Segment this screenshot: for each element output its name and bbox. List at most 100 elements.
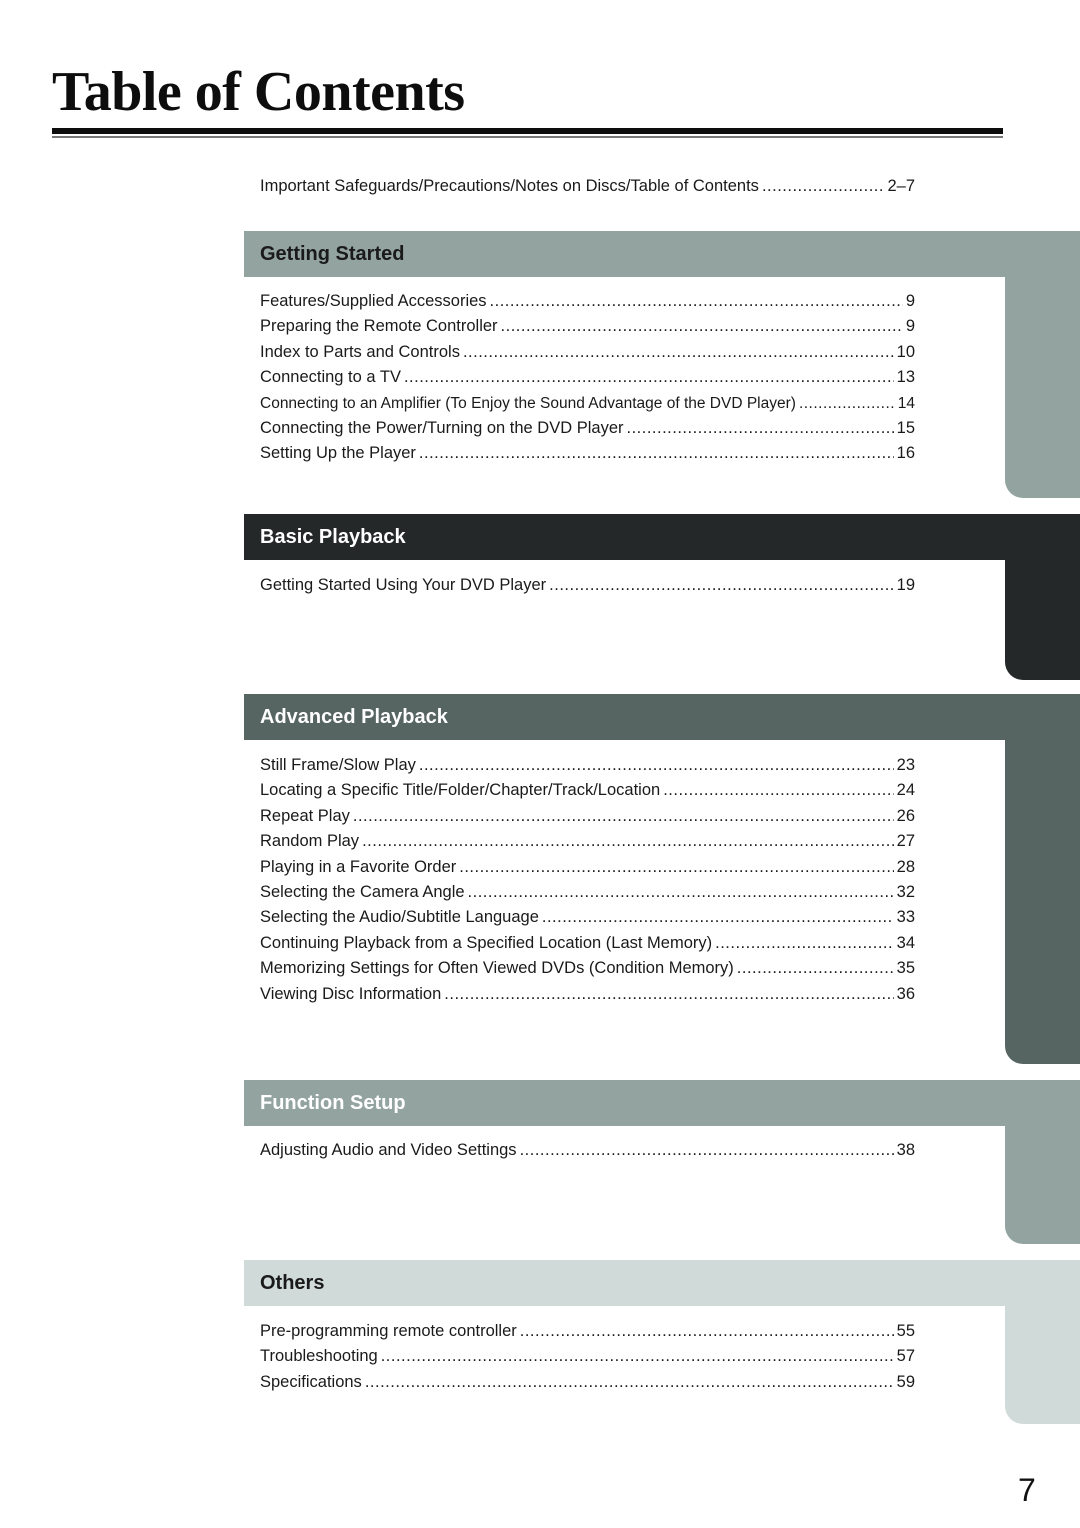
dot-leader (362, 829, 894, 854)
section-title: Advanced Playback (260, 706, 448, 728)
entry-label: Viewing Disc Information (260, 984, 442, 1003)
entry-label: Connecting to an Amplifier (To Enjoy the… (260, 394, 796, 412)
section-header[interactable]: Others (244, 1260, 1080, 1306)
toc-entry[interactable]: Pre-programming remote controller 55 (260, 1319, 915, 1344)
section-entry-list: Still Frame/Slow Play 23 Locating a Specif… (260, 753, 915, 1007)
section-side-tab[interactable] (1005, 1306, 1080, 1424)
dot-leader (715, 931, 894, 956)
title-rule-thin (52, 136, 1003, 138)
toc-entry[interactable]: Important Safeguards/Precautions/Notes o… (260, 174, 915, 199)
entry-page: 14 (897, 394, 915, 412)
dot-leader (463, 340, 894, 365)
entry-label: Continuing Playback from a Specified Loc… (260, 933, 713, 952)
toc-entry[interactable]: Connecting the Power/Turning on the DVD … (260, 416, 915, 441)
dot-leader (419, 753, 894, 778)
entry-page: 15 (896, 419, 915, 438)
dot-leader (762, 174, 885, 199)
toc-entry[interactable]: Repeat Play 26 (260, 804, 915, 829)
section-side-tab[interactable] (1005, 277, 1080, 498)
section-basic-playback: Basic Playback Getting Started Using Your… (244, 514, 1080, 680)
entry-label: Playing in a Favorite Order (260, 857, 457, 876)
entry-page: 26 (896, 806, 915, 825)
intro-entry[interactable]: Important Safeguards/Precautions/Notes o… (260, 174, 915, 199)
toc-entry[interactable]: Connecting to an Amplifier (To Enjoy the… (260, 391, 915, 416)
section-side-tab[interactable] (1005, 1126, 1080, 1244)
entry-page: 16 (896, 444, 915, 463)
entry-page: 38 (896, 1141, 915, 1159)
toc-entry[interactable]: Index to Parts and Controls 10 (260, 340, 915, 365)
dot-leader (419, 441, 894, 466)
entry-label: Features/Supplied Accessories (260, 292, 487, 310)
entry-page: 28 (896, 857, 915, 876)
entry-label: Adjusting Audio and Video Settings (260, 1141, 517, 1159)
entry-page: 36 (896, 984, 915, 1003)
dot-leader (444, 982, 893, 1007)
dot-leader (542, 905, 894, 930)
entry-label: Selecting the Camera Angle (260, 883, 465, 902)
section-side-tab[interactable] (1005, 560, 1080, 680)
section-advanced-playback: Advanced Playback Still Frame/Slow Play 23… (244, 694, 1080, 1064)
dot-leader (365, 1370, 894, 1395)
entry-label: Getting Started Using Your DVD Player (260, 576, 547, 594)
entry-page: 35 (896, 959, 915, 978)
dot-leader (549, 573, 893, 598)
entry-label: Random Play (260, 832, 360, 851)
dot-leader (663, 778, 893, 803)
section-getting-started: Getting Started Features/Supplied Accesso… (244, 231, 1080, 498)
toc-entry[interactable]: Adjusting Audio and Video Settings 38 (260, 1138, 915, 1163)
toc-entry[interactable]: Locating a Specific Title/Folder/Chapter… (260, 778, 915, 803)
toc-entry[interactable]: Troubleshooting 57 (260, 1344, 915, 1369)
page-title: Table of Contents (52, 61, 465, 123)
toc-entry[interactable]: Playing in a Favorite Order 28 (260, 855, 915, 880)
toc-entry[interactable]: Random Play 27 (260, 829, 915, 854)
dot-leader (799, 391, 895, 416)
title-rule-thick (52, 128, 1003, 134)
toc-entry[interactable]: Features/Supplied Accessories 9 (260, 289, 915, 314)
toc-entry[interactable]: Still Frame/Slow Play 23 (260, 753, 915, 778)
entry-page: 57 (896, 1347, 915, 1366)
entry-page: 10 (896, 342, 915, 361)
dot-leader (520, 1319, 894, 1344)
section-header[interactable]: Function Setup (244, 1080, 1080, 1126)
toc-entry[interactable]: Selecting the Camera Angle 32 (260, 880, 915, 905)
toc-entry[interactable]: Memorizing Settings for Often Viewed DVD… (260, 956, 915, 981)
toc-entry[interactable]: Selecting the Audio/Subtitle Language 33 (260, 905, 915, 930)
toc-entry[interactable]: Connecting to a TV 13 (260, 365, 915, 390)
entry-page: 24 (896, 781, 915, 800)
entry-label: Connecting the Power/Turning on the DVD … (260, 419, 624, 438)
toc-entry[interactable]: Specifications 59 (260, 1370, 915, 1395)
dot-leader (353, 804, 894, 829)
entry-page: 9 (905, 317, 915, 336)
section-title: Function Setup (260, 1092, 406, 1114)
section-side-tab[interactable] (1005, 740, 1080, 1064)
page-number: 7 (1018, 1472, 1036, 1508)
toc-entry[interactable]: Continuing Playback from a Specified Loc… (260, 931, 915, 956)
toc-entry[interactable]: Setting Up the Player 16 (260, 441, 915, 466)
section-entry-list: Pre-programming remote controller 55 Troub… (260, 1319, 915, 1395)
dot-leader (627, 416, 894, 441)
entry-page: 32 (896, 883, 915, 902)
entry-label: Locating a Specific Title/Folder/Chapter… (260, 781, 661, 800)
entry-page: 19 (896, 576, 915, 594)
dot-leader (459, 855, 893, 880)
section-entry-list: Getting Started Using Your DVD Player 19 (260, 573, 915, 598)
section-header[interactable]: Advanced Playback (244, 694, 1080, 740)
entry-label: Troubleshooting (260, 1347, 378, 1366)
section-title: Others (260, 1272, 325, 1294)
section-entry-list: Features/Supplied Accessories9Preparing … (260, 289, 915, 467)
toc-entry[interactable]: Viewing Disc Information 36 (260, 982, 915, 1007)
dot-leader (468, 880, 894, 905)
section-others: Others Pre-programming remote controller 5… (244, 1260, 1080, 1424)
section-header[interactable]: Getting Started (244, 231, 1080, 277)
dot-leader (381, 1344, 894, 1369)
toc-entry[interactable]: Preparing the Remote Controller 9 (260, 314, 915, 339)
entry-page: 23 (896, 756, 915, 774)
entry-label: Connecting to a TV (260, 368, 401, 387)
section-title: Getting Started (260, 243, 405, 265)
entry-page: 27 (896, 832, 915, 851)
toc-entry[interactable]: Getting Started Using Your DVD Player 19 (260, 573, 915, 598)
entry-label: Specifications (260, 1372, 362, 1391)
entry-label: Preparing the Remote Controller (260, 317, 498, 336)
dot-leader (490, 289, 903, 314)
section-header[interactable]: Basic Playback (244, 514, 1080, 560)
